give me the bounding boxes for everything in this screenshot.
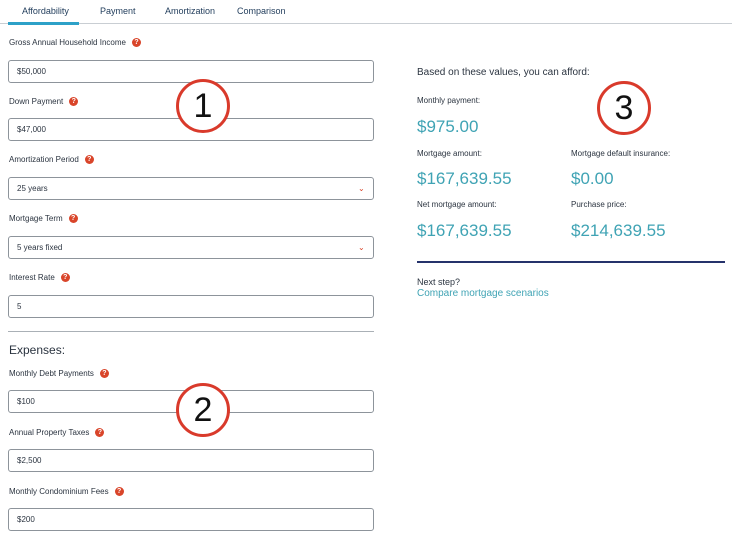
annotation-marker-1: 1	[176, 79, 230, 133]
monthly-payment-label: Monthly payment:	[417, 96, 481, 105]
net-mortgage-value: $167,639.55	[417, 221, 512, 240]
results-heading: Based on these values, you can afford:	[417, 67, 590, 78]
tab-payment[interactable]: Payment	[100, 6, 136, 16]
insurance-value: $0.00	[571, 169, 614, 188]
help-icon[interactable]: ?	[95, 428, 105, 437]
tax-input[interactable]: $2,500	[8, 449, 374, 472]
expenses-title: Expenses:	[9, 343, 66, 357]
amortization-select[interactable]: 25 years ⌄	[8, 177, 374, 200]
help-icon[interactable]: ?	[99, 369, 109, 378]
help-icon[interactable]: ?	[60, 273, 70, 282]
term-select[interactable]: 5 years fixed ⌄	[8, 236, 374, 259]
results-divider	[417, 261, 725, 263]
tab-comparison[interactable]: Comparison	[237, 6, 286, 16]
annotation-marker-3: 3	[597, 81, 651, 135]
purchase-price-value: $214,639.55	[571, 221, 666, 240]
purchase-price-label: Purchase price:	[571, 200, 627, 209]
chevron-down-icon: ⌄	[358, 184, 365, 193]
chevron-down-icon: ⌄	[358, 243, 365, 252]
debt-label: Monthly Debt Payments?	[9, 369, 109, 378]
down-payment-label: Down Payment?	[9, 97, 79, 106]
net-mortgage-label: Net mortgage amount:	[417, 200, 497, 209]
income-label: Gross Annual Household Income?	[9, 38, 141, 47]
form-divider	[8, 331, 374, 332]
help-icon[interactable]: ?	[68, 214, 78, 223]
tab-affordability[interactable]: Affordability	[22, 6, 69, 16]
help-icon[interactable]: ?	[114, 487, 124, 496]
rate-input[interactable]: 5	[8, 295, 374, 318]
mortgage-amount-label: Mortgage amount:	[417, 149, 482, 158]
help-icon[interactable]: ?	[84, 155, 94, 164]
income-input[interactable]: $50,000	[8, 60, 374, 83]
tab-bar: Affordability Payment Amortization Compa…	[0, 0, 732, 25]
term-select-value: 5 years fixed	[17, 243, 63, 252]
compare-scenarios-link[interactable]: Compare mortgage scenarios	[417, 288, 549, 299]
active-tab-indicator	[8, 22, 79, 25]
help-icon[interactable]: ?	[69, 97, 79, 106]
condo-label: Monthly Condominium Fees?	[9, 487, 124, 496]
rate-label: Interest Rate?	[9, 273, 70, 282]
monthly-payment-value: $975.00	[417, 117, 479, 136]
condo-input[interactable]: $200	[8, 508, 374, 531]
amortization-label: Amortization Period?	[9, 155, 94, 164]
insurance-label: Mortgage default insurance:	[571, 149, 671, 158]
help-icon[interactable]: ?	[131, 38, 141, 47]
mortgage-amount-value: $167,639.55	[417, 169, 512, 188]
next-step-label: Next step?	[417, 277, 461, 287]
amortization-select-value: 25 years	[17, 184, 48, 193]
tax-label: Annual Property Taxes?	[9, 428, 105, 437]
term-label: Mortgage Term?	[9, 214, 78, 223]
tab-amortization[interactable]: Amortization	[165, 6, 215, 16]
annotation-marker-2: 2	[176, 383, 230, 437]
